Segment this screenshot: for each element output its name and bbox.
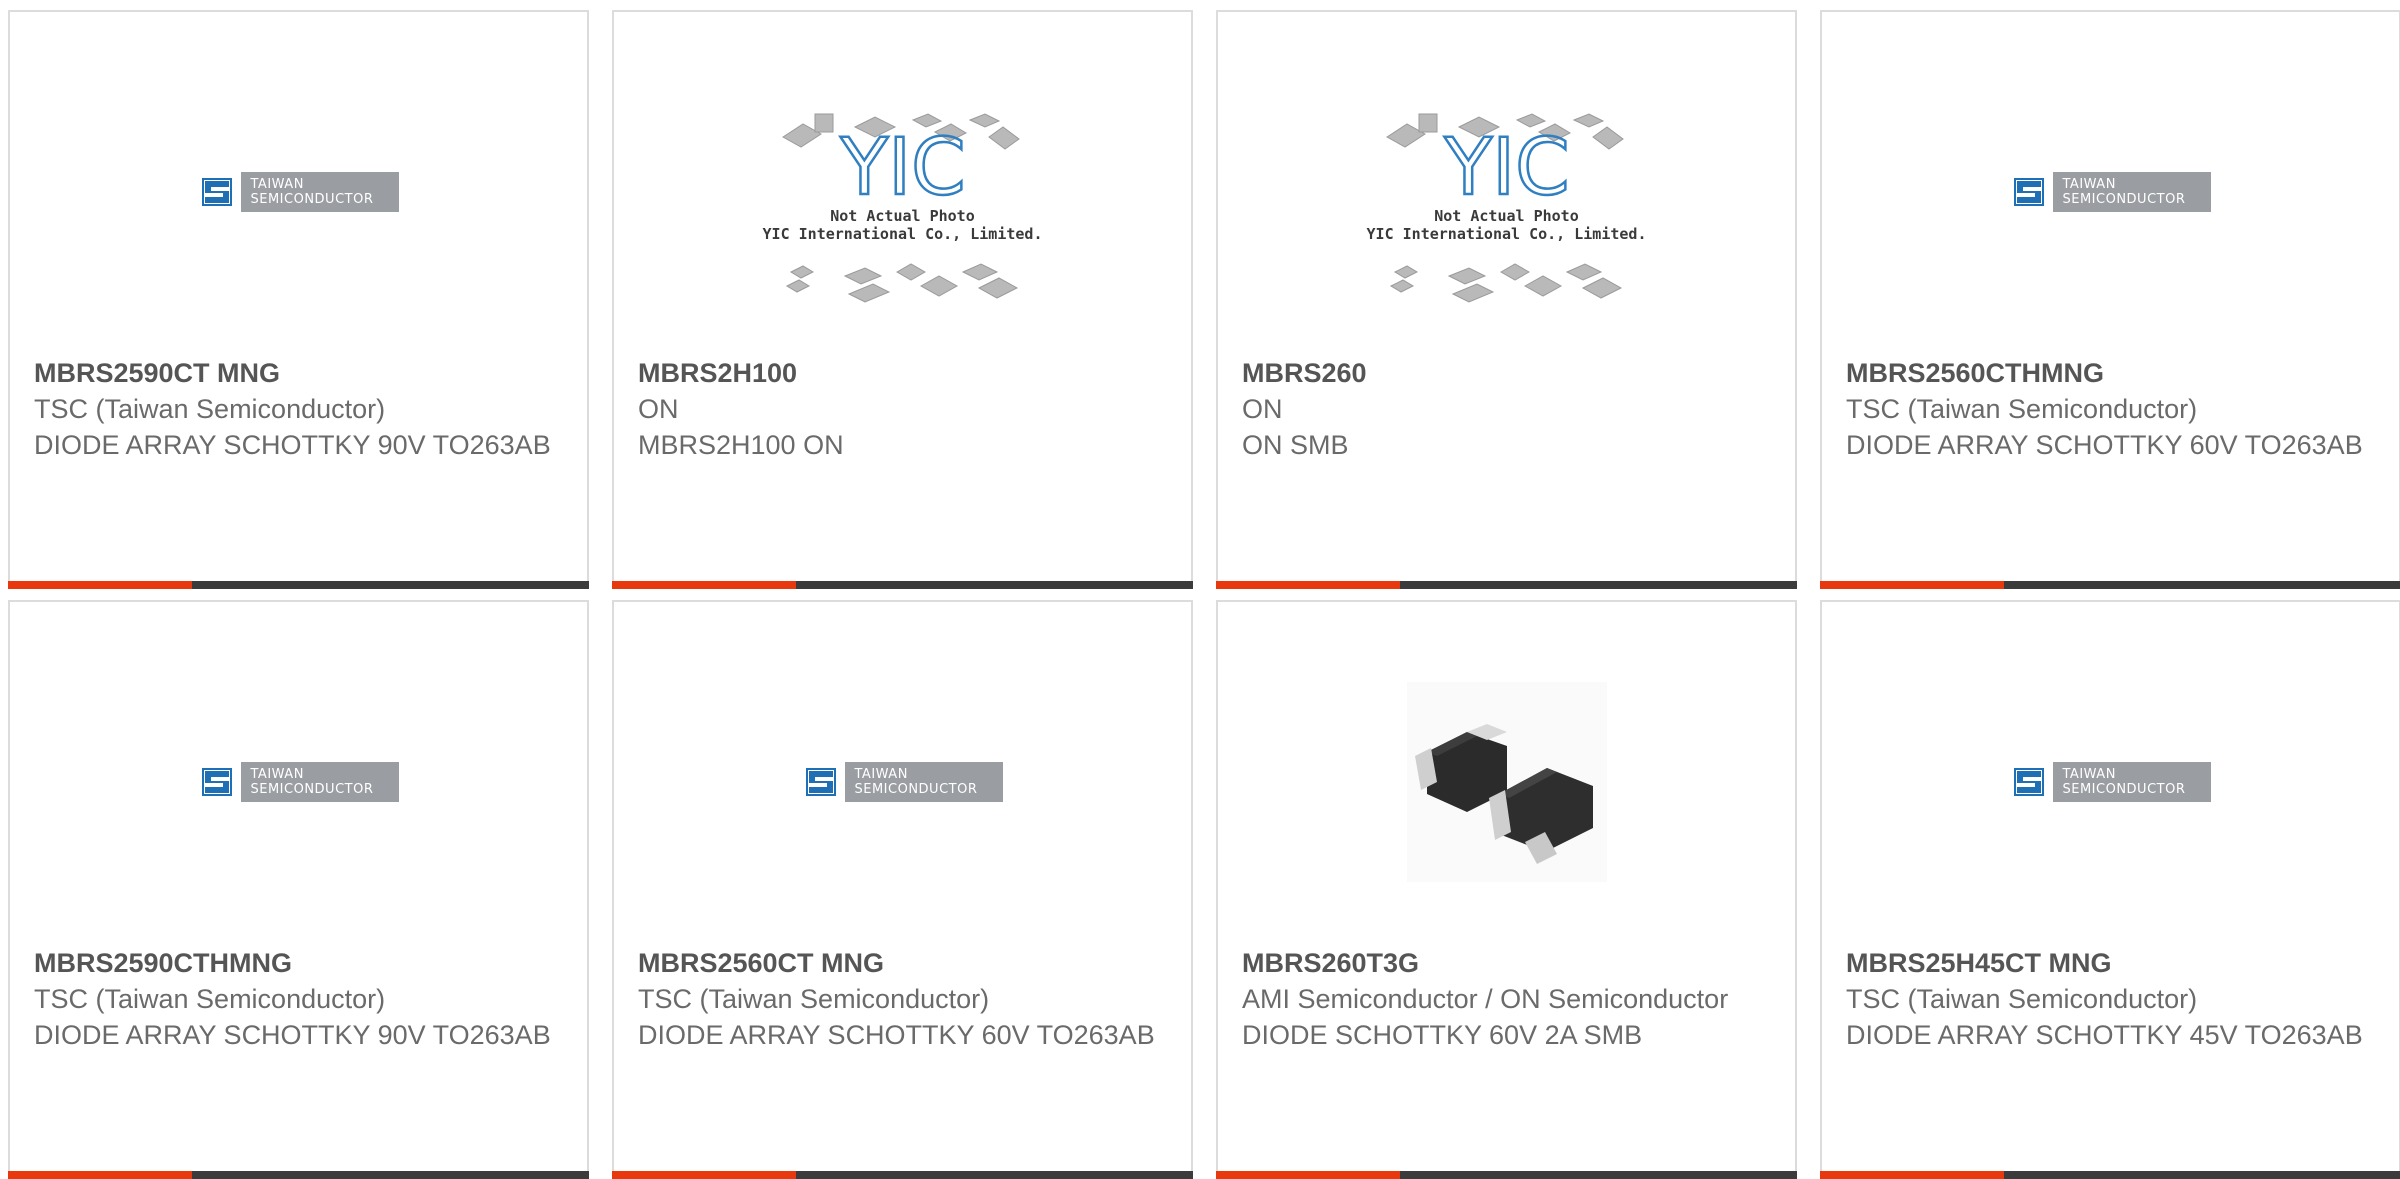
part-number[interactable]: MBRS260T3G	[1242, 945, 1777, 981]
card-accent-bar	[8, 581, 589, 589]
description: DIODE ARRAY SCHOTTKY 60V TO263AB	[1846, 430, 2363, 460]
product-image[interactable]: TAIWAN SEMICONDUCTOR	[10, 72, 587, 312]
description: DIODE SCHOTTKY 60V 2A SMB	[1242, 1020, 1643, 1050]
description: ON SMB	[1242, 430, 1349, 460]
product-image[interactable]: TAIWAN SEMICONDUCTOR	[10, 662, 587, 902]
svg-text:YIC: YIC	[1443, 123, 1569, 213]
manufacturer: ON	[638, 394, 679, 424]
card-accent-bar	[1820, 1171, 2400, 1179]
product-card[interactable]: TAIWAN SEMICONDUCTOR MBRS2560CT MNG TSC (…	[612, 600, 1193, 1179]
product-grid: TAIWAN SEMICONDUCTOR MBRS2590CT MNG TSC (…	[0, 0, 2400, 1179]
taiwan-semiconductor-logo: TAIWAN SEMICONDUCTOR	[2010, 762, 2211, 802]
part-number[interactable]: MBRS25H45CT MNG	[1846, 945, 2381, 981]
product-card[interactable]: TAIWAN SEMICONDUCTOR MBRS25H45CT MNG TSC …	[1820, 600, 2400, 1179]
taiwan-semiconductor-logo: TAIWAN SEMICONDUCTOR	[802, 762, 1003, 802]
part-number[interactable]: MBRS2590CTHMNG	[34, 945, 569, 981]
manufacturer: TSC (Taiwan Semiconductor)	[1846, 984, 2198, 1014]
card-accent-bar	[1216, 581, 1797, 589]
product-card[interactable]: MBRS260T3G AMI Semiconductor / ON Semico…	[1216, 600, 1797, 1179]
part-number[interactable]: MBRS2560CTHMNG	[1846, 355, 2381, 391]
product-image[interactable]: TAIWAN SEMICONDUCTOR	[1822, 72, 2399, 312]
card-accent-bar	[612, 1171, 1193, 1179]
description: DIODE ARRAY SCHOTTKY 90V TO263AB	[34, 1020, 551, 1050]
product-card[interactable]: YIC Not Actual Photo YIC International Co…	[1216, 10, 1797, 589]
card-accent-bar	[612, 581, 1193, 589]
product-card[interactable]: TAIWAN SEMICONDUCTOR MBRS2560CTHMNG TSC (…	[1820, 10, 2400, 589]
product-card[interactable]: YIC Not Actual Photo YIC International Co…	[612, 10, 1193, 589]
description: DIODE ARRAY SCHOTTKY 45V TO263AB	[1846, 1020, 2363, 1050]
product-image[interactable]: YIC Not Actual Photo YIC International Co…	[1218, 72, 1795, 312]
svg-text:YIC: YIC	[839, 123, 965, 213]
taiwan-semiconductor-logo: TAIWAN SEMICONDUCTOR	[198, 172, 399, 212]
card-accent-bar	[8, 1171, 589, 1179]
not-actual-photo-placeholder: YIC Not Actual Photo YIC International Co…	[1367, 72, 1647, 312]
product-card[interactable]: TAIWAN SEMICONDUCTOR MBRS2590CT MNG TSC (…	[8, 10, 589, 589]
product-image[interactable]	[1218, 662, 1795, 902]
taiwan-semiconductor-logo: TAIWAN SEMICONDUCTOR	[2010, 172, 2211, 212]
part-number[interactable]: MBRS2590CT MNG	[34, 355, 569, 391]
card-accent-bar	[1820, 581, 2400, 589]
manufacturer: TSC (Taiwan Semiconductor)	[34, 394, 386, 424]
not-actual-photo-placeholder: YIC Not Actual Photo YIC International Co…	[763, 72, 1043, 312]
part-number[interactable]: MBRS260	[1242, 355, 1777, 391]
product-image[interactable]: YIC Not Actual Photo YIC International Co…	[614, 72, 1191, 312]
taiwan-semiconductor-logo: TAIWAN SEMICONDUCTOR	[198, 762, 399, 802]
description: DIODE ARRAY SCHOTTKY 60V TO263AB	[638, 1020, 1155, 1050]
part-number[interactable]: MBRS2560CT MNG	[638, 945, 1173, 981]
smb-diode-photo	[1406, 682, 1607, 882]
manufacturer: TSC (Taiwan Semiconductor)	[1846, 394, 2198, 424]
product-image[interactable]: TAIWAN SEMICONDUCTOR	[1822, 662, 2399, 902]
manufacturer: TSC (Taiwan Semiconductor)	[34, 984, 386, 1014]
product-card[interactable]: TAIWAN SEMICONDUCTOR MBRS2590CTHMNG TSC (…	[8, 600, 589, 1179]
manufacturer: TSC (Taiwan Semiconductor)	[638, 984, 990, 1014]
card-accent-bar	[1216, 1171, 1797, 1179]
description: DIODE ARRAY SCHOTTKY 90V TO263AB	[34, 430, 551, 460]
part-number[interactable]: MBRS2H100	[638, 355, 1173, 391]
manufacturer: ON	[1242, 394, 1283, 424]
product-image[interactable]: TAIWAN SEMICONDUCTOR	[614, 662, 1191, 902]
manufacturer: AMI Semiconductor / ON Semiconductor	[1242, 984, 1729, 1014]
description: MBRS2H100 ON	[638, 430, 844, 460]
